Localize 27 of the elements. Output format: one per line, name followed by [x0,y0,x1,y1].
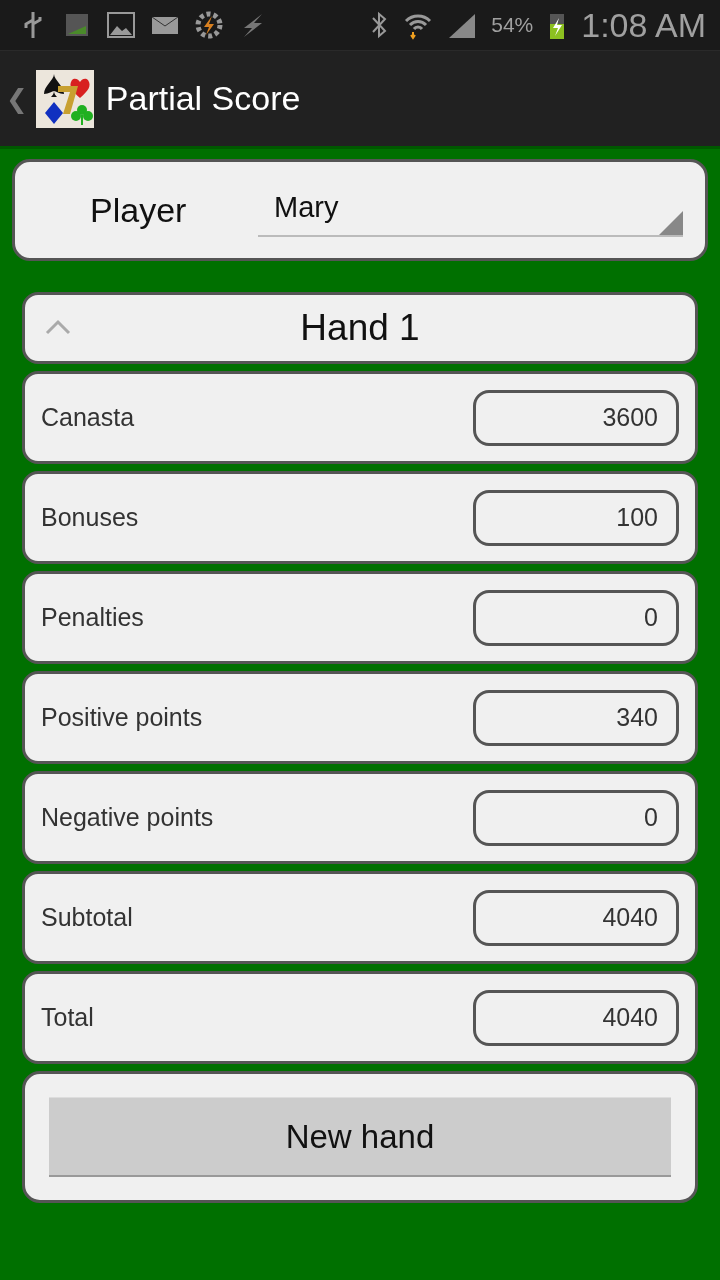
score-label: Subtotal [41,903,133,932]
clock: 1:08 AM [581,5,706,45]
hand-header[interactable]: Hand 1 [22,292,698,364]
chevron-up-icon [45,319,71,335]
score-field[interactable]: 4040 [473,989,679,1046]
score-label: Total [41,1003,94,1032]
score-field[interactable]: 0 [473,589,679,646]
new-hand-button[interactable]: New hand [49,1097,671,1177]
card-suits-app-icon [35,69,94,128]
dropdown-arrow-icon [659,211,683,235]
battery-percent: 54% [491,13,534,37]
score-label: Negative points [41,803,214,832]
score-field[interactable]: 4040 [473,889,679,946]
score-field[interactable]: 3600 [473,389,679,446]
image-icon [106,10,136,40]
back-caret[interactable]: ❮ [6,83,28,114]
score-label: Positive points [41,703,203,732]
screen-title: Partial Score [105,79,301,118]
score-label: Bonuses [41,503,139,532]
score-label: Penalties [41,603,144,632]
score-field[interactable]: 0 [473,789,679,846]
score-field[interactable]: 340 [473,689,679,746]
player-dropdown[interactable]: Mary [258,179,683,237]
score-field[interactable]: 100 [473,489,679,546]
gear-icon [194,10,224,40]
score-label: Canasta [41,403,135,432]
player-label: Player [90,190,188,230]
